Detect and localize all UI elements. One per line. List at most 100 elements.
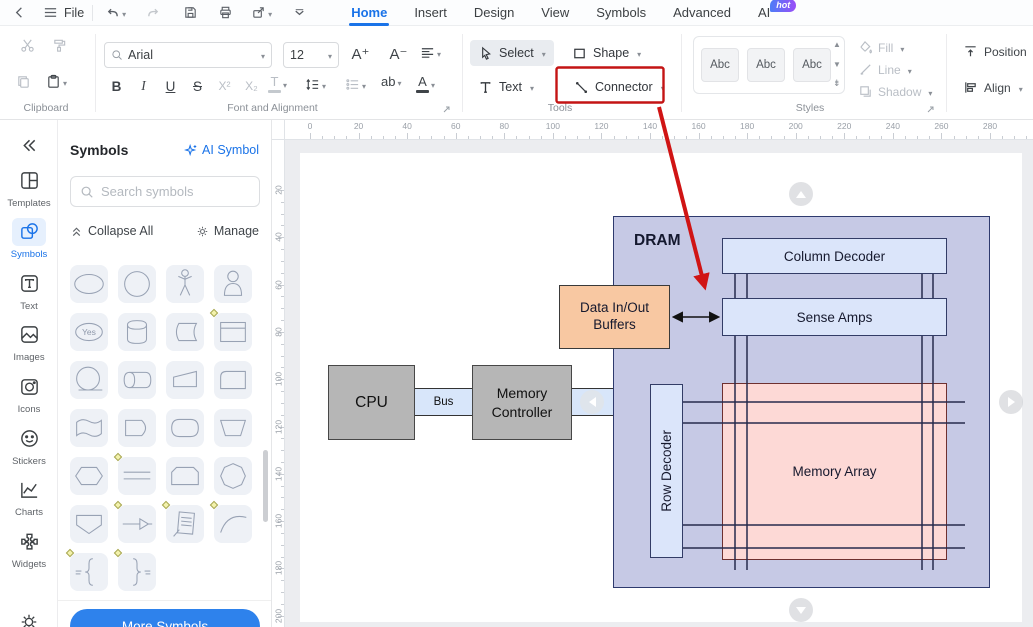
search-input[interactable] [101,184,250,199]
caret-down-icon[interactable] [360,78,366,92]
bullet-list-button[interactable] [345,77,366,92]
symbol-cell-polygon-circle[interactable] [214,457,252,495]
caret-down-icon[interactable] [435,46,441,60]
diagram-node-row-decoder[interactable]: Row Decoder [650,384,683,558]
decrease-font-button[interactable]: A⁻ [386,42,411,66]
symbol-cell-wave-flag[interactable] [70,409,108,447]
diagram-node-memory-controller[interactable]: Memory Controller [472,365,572,440]
styles-scroll-down-icon[interactable]: ▼ [833,60,841,69]
tab-advanced[interactable]: Advanced [673,0,731,26]
symbol-search[interactable] [70,176,260,207]
underline-button[interactable]: U [158,74,183,98]
manage-button[interactable]: Manage [196,224,259,238]
symbol-cell-arrow-line[interactable] [113,500,156,543]
line-spacing-button[interactable] [305,77,326,92]
symbol-cell-cylinder[interactable] [118,313,156,351]
font-size-select[interactable]: 12 [283,42,339,68]
text-tool-button[interactable]: Text [470,74,542,100]
canvas-nav-left-button[interactable] [580,390,604,414]
highlight-color-button[interactable]: A [416,74,435,93]
file-menu[interactable]: File [64,6,84,20]
export-button[interactable] [247,2,276,24]
shape-tool-button[interactable]: Shape [564,40,649,66]
position-button[interactable]: Position [963,44,1027,59]
sidebar-item-stickers[interactable]: Stickers [0,424,58,467]
symbol-cell-trapezoid[interactable] [214,409,252,447]
strikethrough-button[interactable]: S [185,74,210,98]
symbol-cell-yes-ellipse[interactable]: Yes [70,313,108,351]
canvas-viewport[interactable]: DRAM Memory Array Column Decoder Sense A… [272,120,1033,627]
shadow-button[interactable]: Shadow [858,84,932,99]
caret-down-icon[interactable] [281,77,287,91]
connector-tool-button[interactable]: Connector [566,74,673,100]
sidebar-item-images[interactable]: Images [0,321,58,363]
increase-font-button[interactable]: A⁺ [348,42,373,66]
sidebar-item-text[interactable]: Text [0,269,58,312]
symbol-cell-stored-data[interactable] [166,313,204,351]
symbol-cell-loop-circle[interactable] [70,361,108,399]
symbol-cell-text-note[interactable] [161,500,204,543]
format-painter-icon[interactable] [52,38,67,53]
caret-down-icon[interactable] [61,75,67,89]
tab-view[interactable]: View [541,0,569,26]
diagram-node-cpu[interactable]: CPU [328,365,415,440]
tab-design[interactable]: Design [474,0,514,26]
caret-down-icon[interactable] [395,74,401,89]
symbol-cell-brace-right[interactable] [113,548,156,591]
symbol-cell-h-cylinder[interactable] [118,361,156,399]
symbol-cell-header-rect[interactable] [209,308,252,351]
print-button[interactable] [214,2,237,24]
bold-button[interactable]: B [104,74,129,98]
caret-down-icon[interactable] [120,4,126,22]
select-tool-button[interactable]: Select [470,40,554,66]
tab-symbols[interactable]: Symbols [596,0,646,26]
copy-icon[interactable] [16,74,31,89]
undo-button[interactable] [101,2,130,24]
sidebar-item-icons[interactable]: Icons [0,372,58,415]
expand-group-icon[interactable] [441,104,452,115]
symbol-cell-user[interactable] [214,265,252,303]
sidebar-item-templates[interactable]: Templates [0,166,58,209]
symbol-cell-circle[interactable] [118,265,156,303]
more-symbols-button[interactable]: More Symbols [70,609,260,627]
symbol-cell-hexagon[interactable] [70,457,108,495]
sidebar-item-charts[interactable]: Charts [0,476,58,518]
symbol-cell-stadium[interactable] [166,409,204,447]
caret-down-icon[interactable] [320,78,326,92]
symbol-cell-rounded-rect[interactable] [214,361,252,399]
tab-ai[interactable]: AI hot [758,0,797,26]
diagram-node-column-decoder[interactable]: Column Decoder [722,238,947,274]
superscript-button[interactable]: X² [212,74,237,98]
tab-insert[interactable]: Insert [414,0,447,26]
fill-button[interactable]: Fill [858,40,904,55]
settings-gear-icon[interactable] [0,612,58,627]
save-button[interactable] [179,2,202,24]
sidebar-item-symbols[interactable]: Symbols [0,217,58,260]
caret-down-icon[interactable] [429,77,435,91]
caret-down-icon[interactable] [266,4,272,22]
char-spacing-button[interactable]: ab [381,74,401,89]
canvas-nav-right-button[interactable] [999,390,1023,414]
italic-button[interactable]: I [131,74,156,98]
canvas-nav-up-button[interactable] [789,182,813,206]
ai-symbol-link[interactable]: AI Symbol [184,143,259,157]
styles-scroll-up-icon[interactable]: ▲ [833,40,841,49]
align-button[interactable]: Align [963,80,1023,95]
diagram-node-data-buffers[interactable]: Data In/Out Buffers [559,285,670,349]
symbol-cell-person[interactable] [166,265,204,303]
cut-icon[interactable] [20,38,35,53]
collapse-sidebar-icon[interactable] [0,136,58,160]
symbol-cell-double-lines[interactable] [113,452,156,495]
symbol-cell-ellipse[interactable] [70,265,108,303]
sidebar-item-widgets[interactable]: Widgets [0,527,58,570]
panel-scrollbar[interactable] [263,450,268,522]
collapse-toolbar-icon[interactable] [288,2,311,24]
symbol-cell-d-shape[interactable] [118,409,156,447]
canvas-nav-down-button[interactable] [789,598,813,622]
tab-home[interactable]: Home [349,0,390,26]
redo-button[interactable] [142,2,165,24]
text-align-button[interactable] [420,45,441,60]
line-button[interactable]: Line [858,62,912,77]
symbol-cell-brace-left[interactable] [65,548,108,591]
menu-icon[interactable] [39,2,62,24]
